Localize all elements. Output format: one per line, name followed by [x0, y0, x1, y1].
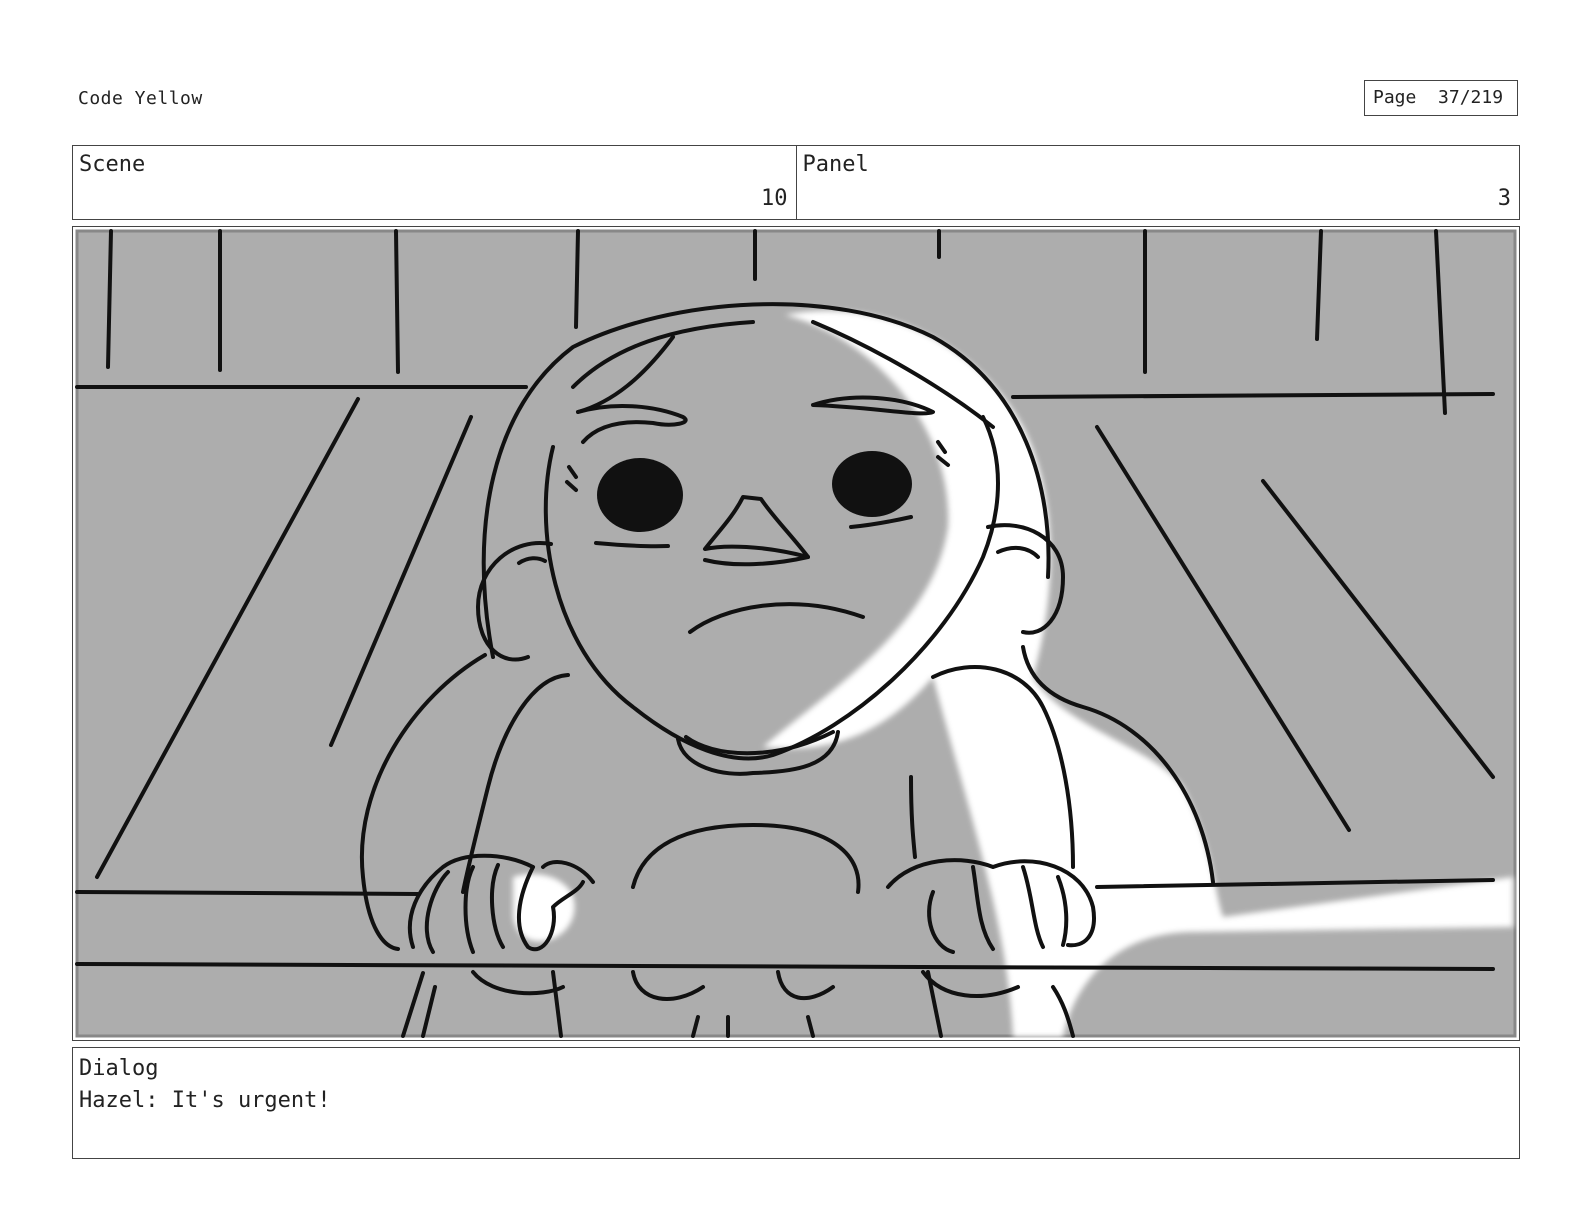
- storyboard-frame: [72, 226, 1520, 1041]
- dialog-box: Dialog Hazel: It's urgent!: [72, 1047, 1520, 1159]
- dialog-label: Dialog: [79, 1056, 159, 1081]
- panel-cell: Panel 3: [795, 146, 1520, 219]
- page-number: 37/219: [1438, 87, 1504, 108]
- scene-number: 10: [761, 186, 788, 211]
- panel-label: Panel: [802, 152, 869, 177]
- document-title: Code Yellow: [78, 88, 203, 109]
- page-indicator: Page 37/219: [1364, 80, 1518, 116]
- scene-cell: Scene 10: [73, 146, 796, 219]
- scene-label: Scene: [79, 152, 146, 177]
- page-label: Page: [1373, 87, 1417, 108]
- storyboard-sketch: [75, 229, 1517, 1038]
- panel-number: 3: [1497, 186, 1511, 211]
- scene-panel-row: Scene 10 Panel 3: [72, 145, 1520, 220]
- dialog-text: Hazel: It's urgent!: [79, 1088, 331, 1113]
